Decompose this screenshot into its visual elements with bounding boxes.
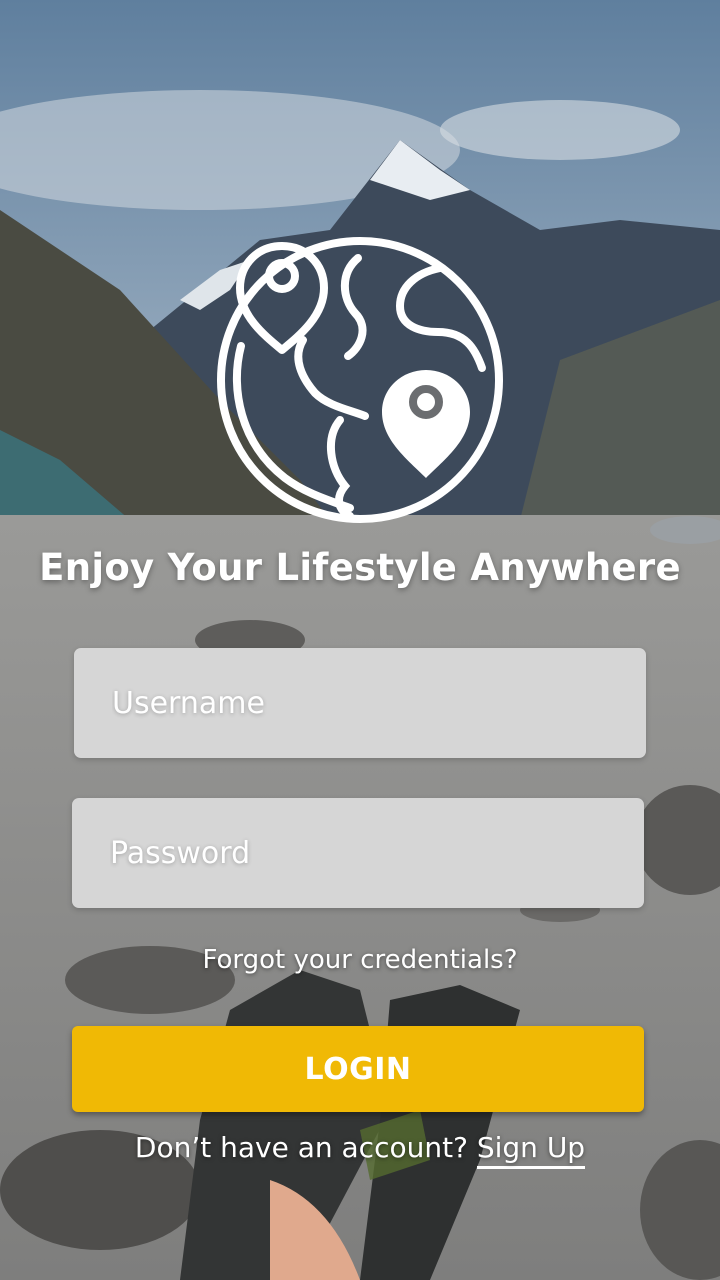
signup-prompt-text: Don’t have an account?	[134, 1131, 468, 1164]
password-field-container[interactable]	[72, 798, 644, 908]
login-screen: Enjoy Your Lifestyle Anywhere Forgot you…	[0, 0, 720, 1280]
globe-with-location-pins-icon	[217, 237, 503, 523]
signup-link[interactable]: Sign Up	[476, 1131, 586, 1169]
forgot-credentials-link[interactable]: Forgot your credentials?	[0, 940, 720, 980]
login-button[interactable]: LOGIN	[72, 1026, 644, 1112]
username-field-container[interactable]	[74, 648, 646, 758]
signup-prompt-line: Don’t have an account? Sign Up	[0, 1128, 720, 1169]
username-input[interactable]	[112, 648, 646, 758]
password-input[interactable]	[110, 798, 644, 908]
app-headline: Enjoy Your Lifestyle Anywhere	[39, 546, 681, 589]
